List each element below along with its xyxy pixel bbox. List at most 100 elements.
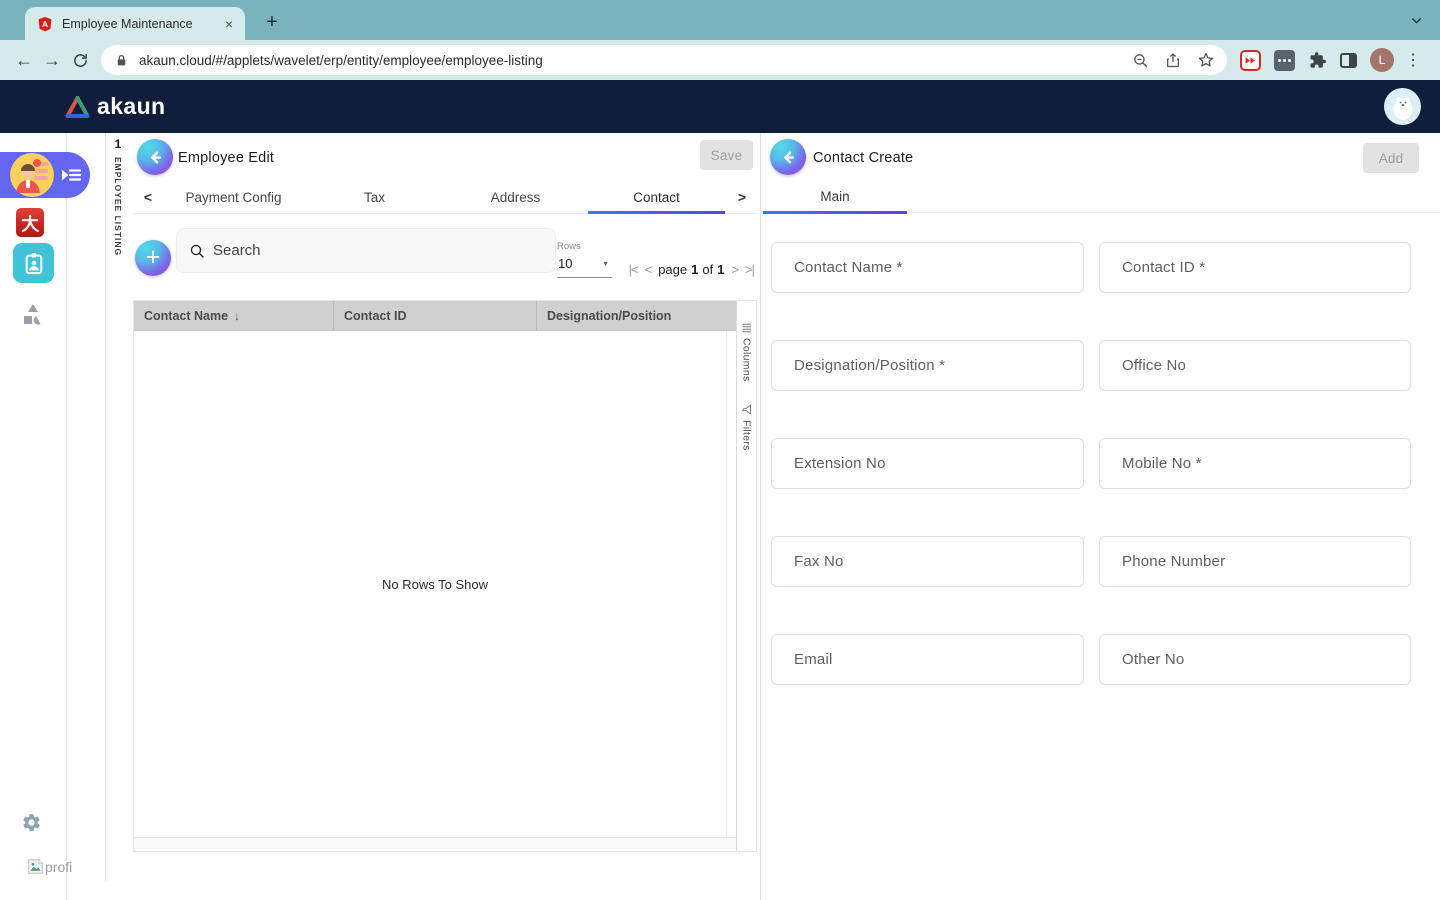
sidebar-applet-employee[interactable]	[13, 243, 54, 283]
applet-tab-index: 1	[106, 137, 130, 151]
tabs-scroll-right-icon[interactable]: >	[727, 181, 757, 213]
contact-id-input[interactable]	[1099, 242, 1411, 293]
employee-edit-panel: Employee Edit Save < Payment Config Tax …	[130, 133, 760, 900]
last-page-icon[interactable]: >|	[745, 262, 754, 277]
add-button[interactable]: Add	[1363, 143, 1419, 173]
field-designation	[771, 340, 1084, 391]
tab-tax[interactable]: Tax	[304, 181, 445, 213]
search-input[interactable]	[213, 242, 543, 259]
rows-value[interactable]: 10 ▼	[557, 252, 612, 278]
shapes-icon[interactable]	[21, 303, 45, 331]
user-avatar[interactable]	[1384, 88, 1421, 125]
applet-tab-label: EMPLOYEE LISTING	[113, 157, 123, 256]
workspace: profi 1 EMPLOYEE LISTING Employee Edit S…	[0, 133, 1440, 900]
field-other-no	[1099, 634, 1411, 685]
mobile-no-input[interactable]	[1099, 438, 1411, 489]
browser-forward-icon[interactable]: →	[38, 46, 66, 74]
contacts-grid: Contact Name ↓ Contact ID Designation/Po…	[133, 300, 757, 852]
browser-back-icon[interactable]: ←	[10, 46, 38, 74]
field-office-no	[1099, 340, 1411, 391]
total-pages: 1	[717, 262, 724, 277]
back-button[interactable]	[770, 139, 806, 175]
akaun-triangle-icon	[64, 95, 91, 119]
column-header-contact-id[interactable]: Contact ID	[334, 301, 537, 330]
back-arrow-icon	[779, 148, 798, 167]
grid-header: Contact Name ↓ Contact ID Designation/Po…	[134, 301, 736, 331]
app-navbar: akaun	[0, 80, 1440, 133]
page-word: page	[658, 262, 687, 277]
search-box	[176, 228, 556, 273]
add-contact-button[interactable]: +	[135, 240, 171, 276]
akaun-logo[interactable]: akaun	[64, 93, 165, 120]
new-tab-button[interactable]: +	[258, 8, 286, 36]
field-email	[771, 634, 1084, 685]
applet-avatar-icon	[10, 153, 54, 197]
field-contact-id	[1099, 242, 1411, 293]
rows-per-page-select[interactable]: Rows 10 ▼	[557, 241, 612, 278]
tab-address[interactable]: Address	[445, 181, 586, 213]
contact-name-input[interactable]	[771, 242, 1084, 293]
tab-title: Employee Maintenance	[62, 17, 223, 31]
column-header-designation[interactable]: Designation/Position	[537, 301, 736, 330]
extensions-puzzle-icon[interactable]	[1308, 51, 1327, 70]
close-tab-icon[interactable]: ×	[223, 16, 235, 32]
broken-image-alt-text: profi	[45, 859, 72, 875]
reload-icon[interactable]	[66, 46, 94, 74]
grid-filters-tab[interactable]: Filters	[737, 404, 756, 451]
current-page: 1	[691, 262, 698, 277]
angular-favicon-icon: A	[37, 16, 53, 32]
save-button[interactable]: Save	[700, 140, 753, 170]
browser-menu-icon[interactable]: ⋮	[1405, 50, 1421, 70]
pagination: |< < page 1 of 1 > >|	[614, 260, 754, 278]
prev-page-icon[interactable]: <	[645, 262, 652, 277]
adblock-extension-icon[interactable]	[1240, 50, 1261, 71]
grid-vertical-scrollbar[interactable]	[726, 331, 736, 837]
grid-horizontal-scrollbar[interactable]	[134, 837, 736, 851]
url-text[interactable]: akaun.cloud/#/applets/wavelet/erp/entity…	[139, 53, 1116, 68]
page-title: Contact Create	[813, 150, 913, 166]
side-panel-icon[interactable]	[1340, 53, 1357, 68]
extension-no-input[interactable]	[771, 438, 1084, 489]
settings-gear-icon[interactable]	[21, 812, 42, 838]
zoom-icon[interactable]	[1132, 52, 1149, 69]
url-bar[interactable]: akaun.cloud/#/applets/wavelet/erp/entity…	[101, 45, 1227, 75]
grid-columns-tab[interactable]: Columns	[737, 323, 756, 382]
lock-icon	[115, 53, 128, 68]
sidebar-applet-chinese-icon[interactable]	[16, 208, 44, 237]
polar-bear-icon	[1390, 93, 1416, 121]
chinese-character-icon	[20, 213, 40, 233]
first-page-icon[interactable]: |<	[629, 262, 638, 277]
id-badge-icon	[23, 251, 45, 275]
browser-tab[interactable]: A Employee Maintenance ×	[25, 7, 245, 40]
contact-create-panel: Contact Create Add Main	[760, 133, 1440, 900]
column-header-contact-name[interactable]: Contact Name ↓	[134, 301, 334, 330]
office-no-input[interactable]	[1099, 340, 1411, 391]
rows-label: Rows	[557, 241, 612, 252]
back-arrow-icon	[146, 148, 165, 167]
filter-funnel-icon	[741, 404, 752, 415]
tab-payment-config[interactable]: Payment Config	[163, 181, 304, 213]
tab-main[interactable]: Main	[763, 180, 907, 213]
applet-tab-strip[interactable]: 1 EMPLOYEE LISTING	[105, 133, 131, 881]
tabs-scroll-left-icon[interactable]: <	[133, 181, 163, 213]
empty-rows-message: No Rows To Show	[382, 577, 488, 592]
bookmark-star-icon[interactable]	[1197, 51, 1215, 69]
tab-search-chevron-icon[interactable]	[1410, 14, 1423, 27]
fax-no-input[interactable]	[771, 536, 1084, 587]
browser-profile-avatar[interactable]: L	[1370, 48, 1394, 72]
phone-number-input[interactable]	[1099, 536, 1411, 587]
other-no-input[interactable]	[1099, 634, 1411, 685]
back-button[interactable]	[137, 139, 173, 175]
next-page-icon[interactable]: >	[731, 262, 738, 277]
share-icon[interactable]	[1165, 52, 1181, 69]
columns-icon	[742, 323, 752, 333]
designation-input[interactable]	[771, 340, 1084, 391]
sort-desc-icon: ↓	[234, 309, 240, 323]
sidebar-active-applet[interactable]	[0, 152, 90, 198]
field-contact-name	[771, 242, 1084, 293]
email-input[interactable]	[771, 634, 1084, 685]
tab-contact[interactable]: Contact	[586, 181, 727, 213]
contact-create-tabs: Main	[761, 180, 1440, 213]
password-extension-icon[interactable]	[1274, 50, 1295, 71]
field-mobile-no	[1099, 438, 1411, 489]
